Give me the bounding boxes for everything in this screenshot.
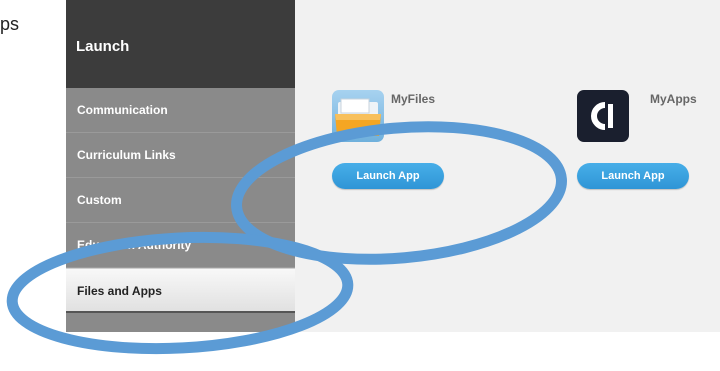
- sidebar-item-label: Custom: [77, 193, 122, 207]
- sidebar-item-label: Communication: [77, 103, 168, 117]
- sidebar: Launch Communication Curriculum Links Cu…: [66, 0, 295, 332]
- myapps-logo-icon[interactable]: [577, 90, 629, 142]
- sidebar-item-education-authority[interactable]: Education Authority: [66, 223, 295, 268]
- sidebar-item-curriculum-links[interactable]: Curriculum Links: [66, 133, 295, 178]
- cropped-text-fragment: ps: [0, 14, 20, 34]
- sidebar-title: Launch: [66, 0, 295, 88]
- sidebar-item-custom[interactable]: Custom: [66, 178, 295, 223]
- sidebar-item-label: Education Authority: [77, 238, 192, 252]
- sidebar-item-communication[interactable]: Communication: [66, 88, 295, 133]
- app-name-myfiles: MyFiles: [391, 92, 436, 106]
- launch-myapps-button[interactable]: Launch App: [577, 163, 689, 189]
- sidebar-item-label: Curriculum Links: [77, 148, 176, 162]
- sidebar-item-files-and-apps[interactable]: Files and Apps: [66, 268, 295, 313]
- folder-icon[interactable]: [332, 90, 384, 142]
- app-name-myapps: MyApps: [650, 92, 697, 106]
- launch-myfiles-button[interactable]: Launch App: [332, 163, 444, 189]
- sidebar-item-label: Files and Apps: [77, 284, 162, 298]
